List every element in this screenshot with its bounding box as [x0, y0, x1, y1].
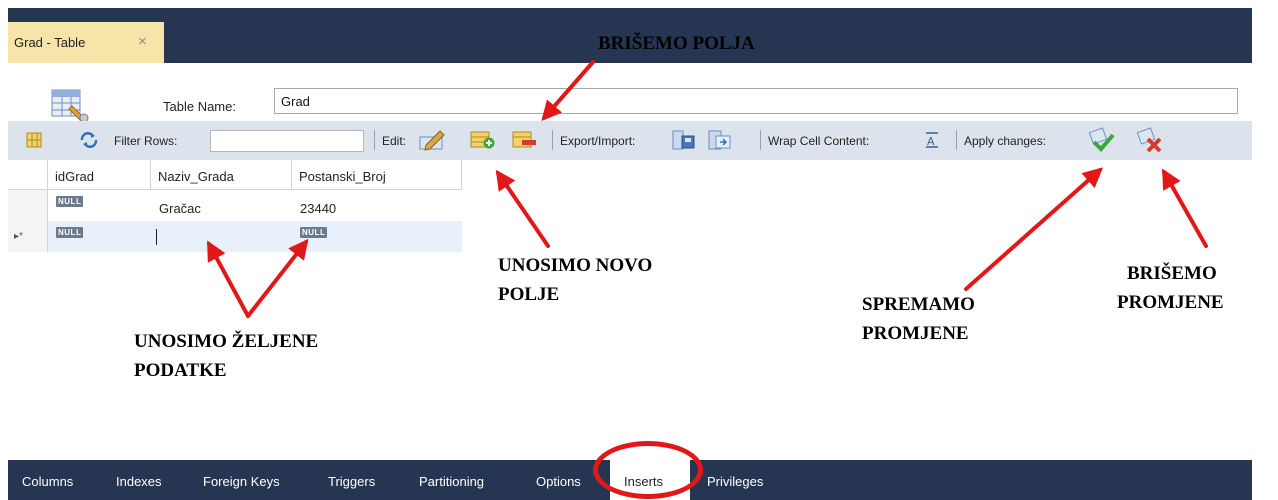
arrow-enter-data-left	[207, 240, 250, 318]
arrow-discard	[1162, 168, 1208, 248]
arrow-enter-data-right	[246, 238, 309, 318]
highlight-circle-inserts-tab	[593, 441, 703, 499]
arrow-delete-fields	[541, 60, 595, 122]
annotation-arrows	[207, 60, 1208, 318]
arrow-save	[964, 167, 1103, 291]
arrow-new-field	[495, 169, 550, 248]
